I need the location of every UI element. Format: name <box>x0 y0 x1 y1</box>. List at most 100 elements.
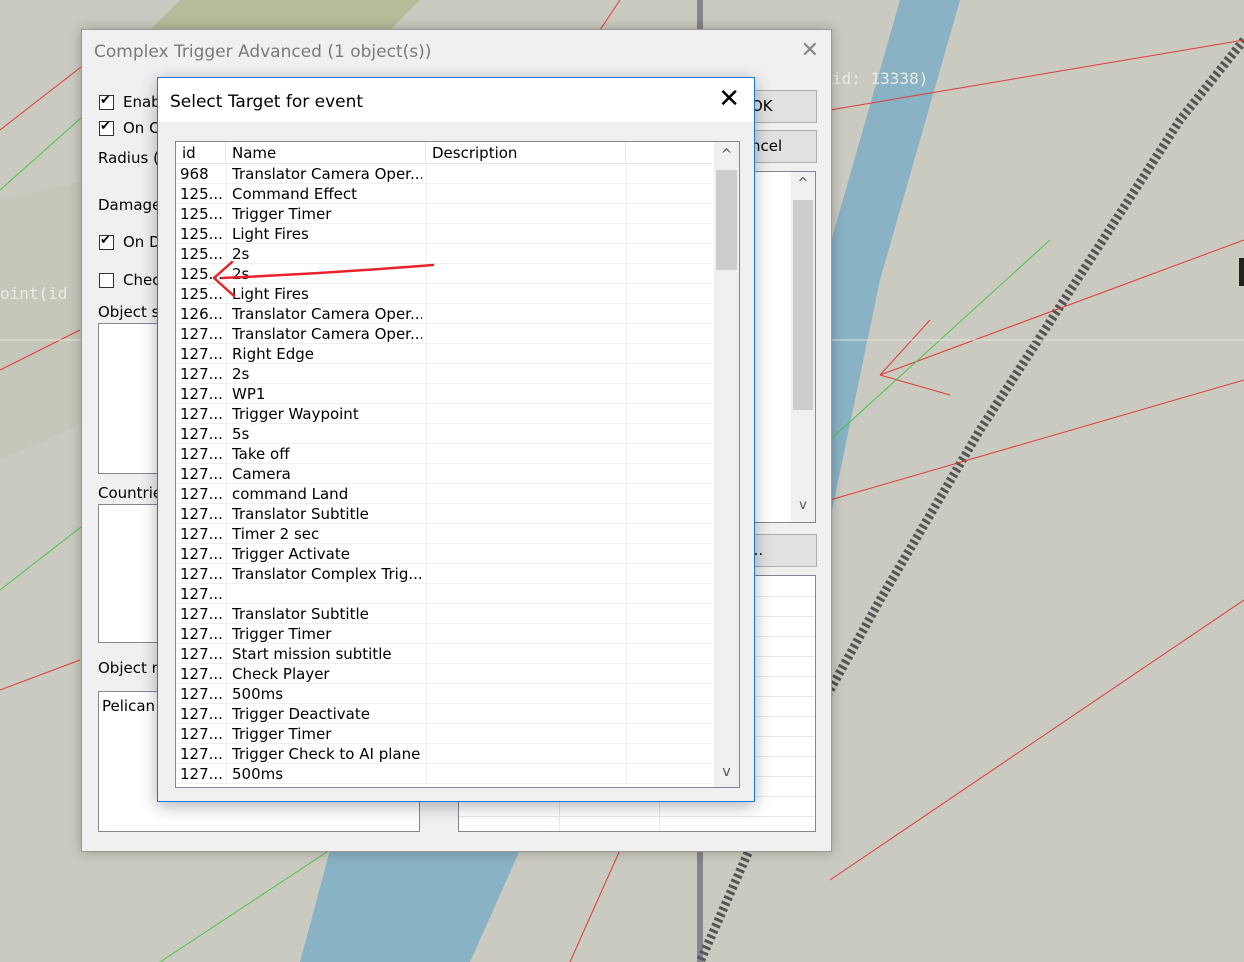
cell-name: Translator Subtitle <box>232 605 369 623</box>
list-item[interactable]: 968 Translator Camera Oper... <box>176 164 712 184</box>
list-item[interactable]: 127... Take off <box>176 444 712 464</box>
event-list-scrollbar[interactable]: ^ v <box>791 172 815 522</box>
cell-description <box>430 624 620 644</box>
target-list[interactable]: id Name Description 968 Translator Camera… <box>175 141 740 788</box>
cell-description <box>430 444 620 464</box>
cell-description <box>430 764 620 784</box>
dialog-title: Complex Trigger Advanced (1 object(s)) <box>94 42 432 62</box>
cell-name: Trigger Waypoint <box>232 405 359 423</box>
cell-description <box>430 324 620 344</box>
column-header-name[interactable]: Name <box>226 142 426 163</box>
cell-id: 127... <box>180 385 223 403</box>
list-item[interactable]: 127... 500ms <box>176 684 712 704</box>
cell-description <box>430 524 620 544</box>
list-item[interactable]: 127... WP1 <box>176 384 712 404</box>
cell-id: 127... <box>180 425 223 443</box>
scroll-down-icon[interactable]: v <box>791 498 815 513</box>
list-item[interactable]: 126... Translator Camera Oper... <box>176 304 712 324</box>
cell-description <box>430 544 620 564</box>
cancel-button-label: ncel <box>751 137 783 155</box>
on-label: On C <box>123 119 160 137</box>
cell-description <box>430 664 620 684</box>
list-item[interactable]: 127... <box>176 584 712 604</box>
scroll-up-icon[interactable]: ^ <box>791 176 815 191</box>
list-item[interactable]: 127... Timer 2 sec <box>176 524 712 544</box>
list-item[interactable]: 127... Trigger Deactivate <box>176 704 712 724</box>
list-item[interactable]: 125... Command Effect <box>176 184 712 204</box>
scroll-thumb[interactable] <box>793 200 813 410</box>
list-item[interactable]: 127... command Land <box>176 484 712 504</box>
cell-description <box>430 684 620 704</box>
cell-id: 127... <box>180 505 223 523</box>
list-item[interactable]: 127... Trigger Timer <box>176 724 712 744</box>
on-damage-checkbox[interactable] <box>99 233 114 250</box>
cell-id: 127... <box>180 325 223 343</box>
damage-label: Damage <box>98 196 162 214</box>
on-checkbox[interactable] <box>99 119 114 136</box>
column-header-description[interactable]: Description <box>426 142 626 163</box>
list-item[interactable]: 127... Translator Subtitle <box>176 504 712 524</box>
cell-name: 500ms <box>232 765 284 783</box>
scroll-up-icon[interactable]: ^ <box>714 144 739 166</box>
cell-name: 2s <box>232 245 250 263</box>
cell-name: 500ms <box>232 685 284 703</box>
cell-id: 127... <box>180 605 223 623</box>
list-item[interactable]: 127... Check Player <box>176 664 712 684</box>
list-item[interactable]: 125... 2s <box>176 264 712 284</box>
list-item[interactable]: 125... Trigger Timer <box>176 204 712 224</box>
list-item[interactable]: 125... Light Fires <box>176 224 712 244</box>
list-item[interactable]: 127... Trigger Timer <box>176 624 712 644</box>
check-label: Chec <box>123 271 161 289</box>
cell-id: 125... <box>180 245 223 263</box>
cell-description <box>430 704 620 724</box>
close-icon[interactable]: ✕ <box>718 86 740 112</box>
cell-description <box>430 384 620 404</box>
cell-description <box>430 344 620 364</box>
cell-name: Trigger Check to AI plane <box>232 745 421 763</box>
list-item[interactable]: 127... Translator Complex Trig... <box>176 564 712 584</box>
list-item[interactable]: 127... Translator Subtitle <box>176 604 712 624</box>
list-item[interactable]: 127... Trigger Check to AI plane <box>176 744 712 764</box>
cell-id: 125... <box>180 185 223 203</box>
countries-list[interactable] <box>98 504 160 643</box>
cell-name: Take off <box>232 445 290 463</box>
list-scrollbar[interactable]: ^ v <box>714 142 739 787</box>
list-item[interactable]: 127... Camera <box>176 464 712 484</box>
list-item[interactable]: 127... Right Edge <box>176 344 712 364</box>
cell-name: Translator Camera Oper... <box>232 305 422 323</box>
enable-checkbox[interactable] <box>99 93 114 110</box>
countries-label: Countrie <box>98 484 163 502</box>
list-item[interactable]: 127... Start mission subtitle <box>176 644 712 664</box>
list-item[interactable]: 127... 5s <box>176 424 712 444</box>
close-icon[interactable]: ✕ <box>801 40 819 62</box>
map-waypoint-label: oint(id <box>0 284 68 303</box>
object-s-label: Object s <box>98 303 160 321</box>
cell-description <box>430 424 620 444</box>
cell-id: 127... <box>180 485 223 503</box>
list-item[interactable]: 127... Trigger Waypoint <box>176 404 712 424</box>
list-item[interactable]: 125... Light Fires <box>176 284 712 304</box>
list-item[interactable]: 127... Translator Camera Oper... <box>176 324 712 344</box>
column-header-id[interactable]: id <box>176 142 226 163</box>
cell-description <box>430 744 620 764</box>
cell-description <box>430 604 620 624</box>
list-item[interactable]: 127... 2s <box>176 364 712 384</box>
cell-description <box>430 244 620 264</box>
list-item[interactable]: 127... 500ms <box>176 764 712 784</box>
cell-name: Translator Complex Trig... <box>232 565 422 583</box>
list-item[interactable]: 127... Trigger Activate <box>176 544 712 564</box>
cell-name: Check Player <box>232 665 330 683</box>
object-name-label: Object n <box>98 659 162 677</box>
cell-name: 2s <box>232 265 250 283</box>
check-checkbox[interactable] <box>99 273 114 288</box>
select-target-dialog: Select Target for event ✕ id Name Descri… <box>157 77 755 802</box>
cell-description <box>430 304 620 324</box>
cell-description <box>430 164 620 184</box>
object-list[interactable] <box>98 323 160 474</box>
cell-name: Command Effect <box>232 185 358 203</box>
cell-id: 127... <box>180 725 223 743</box>
scroll-thumb[interactable] <box>716 170 737 270</box>
scroll-down-icon[interactable]: v <box>714 761 739 783</box>
cell-id: 125... <box>180 225 223 243</box>
list-item[interactable]: 125... 2s <box>176 244 712 264</box>
